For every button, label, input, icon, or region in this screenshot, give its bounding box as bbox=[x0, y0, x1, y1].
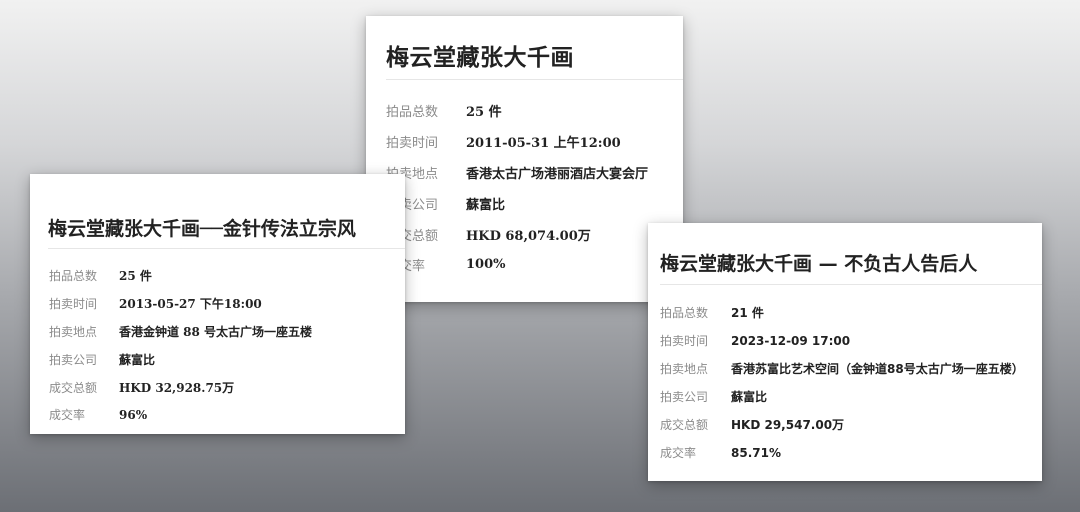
field-value: 85.71% bbox=[731, 445, 781, 460]
title-divider bbox=[386, 79, 683, 80]
field-label: 拍卖地点 bbox=[660, 362, 709, 376]
field-value: 21 件 bbox=[731, 306, 764, 320]
field-row-time: 拍卖时间 2013-05-27 下午18:00 bbox=[30, 295, 262, 312]
field-row-location: 拍卖地点 香港苏富比艺术空间（金钟道88号太古广场一座五楼） bbox=[648, 360, 1024, 377]
field-row-company: 拍卖公司 蘇富比 bbox=[648, 388, 767, 405]
field-row-time: 拍卖时间 2023-12-09 17:00 bbox=[648, 332, 850, 349]
auction-card-2023: 梅云堂藏张大千画 — 不负古人告后人 拍品总数 21 件 拍卖时间 2023-1… bbox=[648, 223, 1042, 481]
field-label: 拍卖公司 bbox=[49, 353, 98, 367]
field-row-location: 拍卖地点 香港太古广场港丽酒店大宴会厅 bbox=[366, 163, 648, 182]
field-value: HKD 32,928.75万 bbox=[119, 381, 235, 395]
field-label: 成交总额 bbox=[660, 418, 709, 432]
field-label: 拍卖时间 bbox=[386, 136, 439, 151]
field-label: 拍卖时间 bbox=[49, 297, 98, 311]
auction-title: 梅云堂藏张大千画──金针传法立宗风 bbox=[48, 218, 356, 240]
title-divider bbox=[660, 284, 1042, 285]
field-value: 96% bbox=[119, 407, 148, 422]
field-label: 成交率 bbox=[660, 446, 697, 460]
field-value: 25 件 bbox=[466, 105, 502, 120]
field-label: 成交率 bbox=[49, 408, 86, 422]
field-label: 成交总额 bbox=[49, 381, 98, 395]
field-label: 拍品总数 bbox=[386, 105, 439, 120]
field-label: 拍品总数 bbox=[660, 306, 709, 320]
field-row-lot-count: 拍品总数 21 件 bbox=[648, 304, 764, 321]
field-row-lot-count: 拍品总数 25 件 bbox=[30, 267, 152, 284]
field-value: 2011-05-31 上午12:00 bbox=[466, 136, 621, 151]
field-value: HKD 68,074.00万 bbox=[466, 229, 591, 244]
field-value: 100% bbox=[466, 257, 506, 272]
title-divider bbox=[48, 248, 405, 249]
field-value: 2023-12-09 17:00 bbox=[731, 333, 851, 348]
field-label: 拍卖公司 bbox=[660, 390, 709, 404]
field-row-total: 成交总额 HKD 29,547.00万 bbox=[648, 416, 844, 433]
field-row-location: 拍卖地点 香港金钟道 88 号太古广场一座五楼 bbox=[30, 323, 312, 340]
field-value: 蘇富比 bbox=[731, 390, 768, 404]
field-row-rate: 成交率 85.71% bbox=[648, 444, 781, 461]
auction-card-2013: 梅云堂藏张大千画──金针传法立宗风 拍品总数 25 件 拍卖时间 2013-05… bbox=[30, 174, 405, 434]
field-row-lot-count: 拍品总数 25 件 bbox=[366, 101, 502, 120]
auction-title: 梅云堂藏张大千画 — 不负古人告后人 bbox=[660, 253, 978, 275]
field-value: 香港太古广场港丽酒店大宴会厅 bbox=[466, 167, 649, 182]
field-value: 蘇富比 bbox=[119, 353, 156, 367]
field-row-total: 成交总额 HKD 32,928.75万 bbox=[30, 379, 234, 396]
field-row-company: 拍卖公司 蘇富比 bbox=[30, 351, 155, 368]
field-value: 蘇富比 bbox=[466, 198, 506, 213]
field-value: 25 件 bbox=[119, 269, 152, 283]
field-value: 香港苏富比艺术空间（金钟道88号太古广场一座五楼） bbox=[731, 362, 1024, 376]
field-value: HKD 29,547.00万 bbox=[731, 418, 845, 432]
field-label: 拍品总数 bbox=[49, 269, 98, 283]
field-value: 香港金钟道 88 号太古广场一座五楼 bbox=[119, 325, 313, 339]
field-row-rate: 成交率 96% bbox=[30, 406, 147, 423]
auction-card-2011: 梅云堂藏张大千画 拍品总数 25 件 拍卖时间 2011-05-31 上午12:… bbox=[366, 16, 683, 302]
field-row-time: 拍卖时间 2011-05-31 上午12:00 bbox=[366, 132, 621, 151]
field-label: 拍卖地点 bbox=[49, 325, 98, 339]
field-value: 2013-05-27 下午18:00 bbox=[119, 297, 262, 311]
auction-title: 梅云堂藏张大千画 bbox=[386, 45, 574, 71]
field-label: 拍卖时间 bbox=[660, 334, 709, 348]
